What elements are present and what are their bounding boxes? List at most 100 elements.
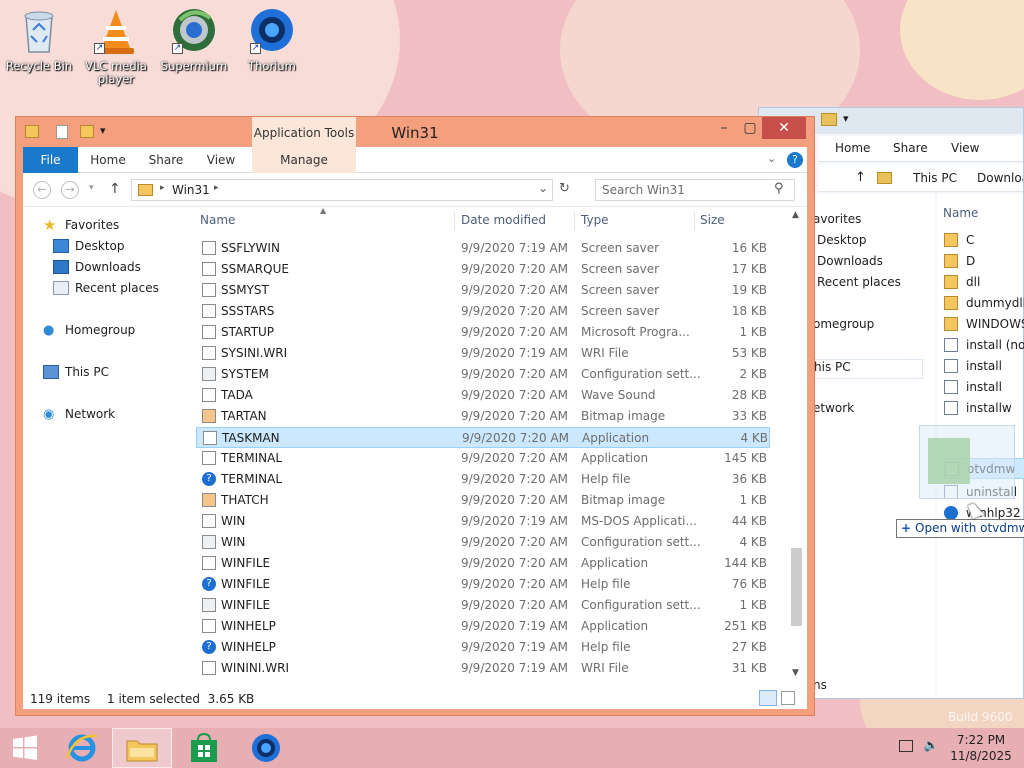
vertical-scrollbar[interactable]: ▲ ▼ — [788, 208, 805, 684]
desktop-icon-recycle-bin[interactable]: Recycle Bin — [0, 6, 78, 73]
table-row[interactable]: SSFLYWIN 9/9/2020 7:19 AM Screen saver 16 K… — [196, 238, 770, 259]
tab-manage[interactable]: Manage — [252, 147, 356, 173]
nav-network[interactable]: etwork — [813, 401, 854, 415]
file-date: 9/9/2020 7:20 AM — [461, 577, 569, 591]
column-header-type[interactable]: Type — [581, 208, 609, 232]
scroll-up-icon[interactable]: ▲ — [792, 210, 799, 220]
quick-access-dropdown-icon[interactable]: ▾ — [843, 112, 849, 125]
address-bar[interactable]: ↑ This PC Downloa — [819, 164, 1023, 192]
list-item[interactable]: D — [944, 251, 1024, 272]
table-row[interactable]: SSMARQUE 9/9/2020 7:20 AM Screen saver 17 K… — [196, 259, 770, 280]
file-name: TERMINAL — [221, 472, 283, 486]
list-item[interactable]: install (no c — [944, 335, 1024, 356]
tab-home[interactable]: Home — [85, 147, 131, 173]
nav-this-pc[interactable]: his PC — [813, 359, 923, 379]
table-row[interactable]: ? WINFILE 9/9/2020 7:20 AM Help file 76 KB — [196, 574, 770, 595]
table-row[interactable]: SSSTARS 9/9/2020 7:20 AM Screen saver 18 KB — [196, 301, 770, 322]
search-input[interactable]: Search Win31 ⚲ — [595, 179, 795, 201]
file-size: 1 KB — [739, 598, 767, 612]
refresh-button[interactable]: ↻ — [559, 181, 570, 196]
close-button[interactable]: ✕ — [762, 117, 806, 139]
help-icon[interactable]: ? — [787, 152, 803, 168]
breadcrumb-this-pc[interactable]: This PC — [913, 171, 957, 185]
taskbar-clock[interactable]: 7:22 PM 11/8/2025 — [946, 732, 1016, 766]
table-row[interactable]: TADA 9/9/2020 7:20 AM Wave Sound 28 KB — [196, 385, 770, 406]
desktop-icon-vlc[interactable]: ↗ VLC media player — [77, 6, 155, 86]
table-row[interactable]: WINHELP 9/9/2020 7:19 AM Application 251 KB — [196, 616, 770, 637]
scrollbar-thumb[interactable] — [791, 548, 802, 626]
window-titlebar[interactable]: ▾ Application Tools Win31 – ▢ ✕ — [16, 117, 814, 147]
details-view-icon[interactable] — [759, 690, 777, 706]
table-row[interactable]: TERMINAL 9/9/2020 7:20 AM Application 145 K… — [196, 448, 770, 469]
tab-file[interactable]: File — [23, 147, 78, 173]
table-row[interactable]: SYSINI.WRI 9/9/2020 7:19 AM WRI File 53 KB — [196, 343, 770, 364]
table-row[interactable]: WIN 9/9/2020 7:20 AM Configuration sett...… — [196, 532, 770, 553]
table-row[interactable]: STARTUP 9/9/2020 7:20 AM Microsoft Progra.… — [196, 322, 770, 343]
column-divider[interactable] — [574, 212, 575, 230]
list-item[interactable]: C — [944, 230, 1024, 251]
tray-volume-muted-icon[interactable]: 🔈 — [920, 738, 942, 758]
forward-button[interactable]: → — [61, 181, 79, 199]
table-row[interactable]: TARTAN 9/9/2020 7:20 AM Bitmap image 33 KB — [196, 406, 770, 427]
file-name: SSMYST — [221, 283, 269, 297]
tab-view[interactable]: View — [951, 141, 979, 155]
table-row[interactable]: WINFILE 9/9/2020 7:20 AM Configuration set… — [196, 595, 770, 616]
table-row[interactable]: ? WINHELP 9/9/2020 7:19 AM Help file 27 KB — [196, 637, 770, 658]
expand-ribbon-icon[interactable]: ⌄ — [767, 152, 776, 165]
start-button[interactable] — [0, 728, 50, 768]
column-header-name[interactable]: Name — [200, 208, 235, 232]
recent-locations-icon[interactable]: ▾ — [89, 183, 94, 193]
maximize-button[interactable]: ▢ — [736, 117, 764, 139]
nav-homegroup[interactable]: omegroup — [813, 317, 874, 331]
scroll-down-icon[interactable]: ▼ — [792, 668, 799, 678]
tab-share[interactable]: Share — [141, 147, 191, 173]
tab-view[interactable]: View — [199, 147, 243, 173]
table-row[interactable]: SYSTEM 9/9/2020 7:20 AM Configuration sett… — [196, 364, 770, 385]
tab-share[interactable]: Share — [893, 141, 928, 155]
nav-downloads[interactable]: Downloads — [817, 254, 883, 268]
column-divider[interactable] — [454, 212, 455, 230]
address-bar[interactable]: ▸ Win31 ▸ ⌄ — [131, 179, 553, 201]
column-header-size[interactable]: Size — [700, 208, 725, 232]
table-row[interactable]: WINFILE 9/9/2020 7:20 AM Application 144 KB — [196, 553, 770, 574]
ribbon-tabs: Home Share View — [819, 136, 1023, 162]
explorer-window-win31[interactable]: ▾ Application Tools Win31 – ▢ ✕ File Hom… — [15, 116, 815, 716]
back-button[interactable]: ← — [33, 181, 51, 199]
list-item[interactable]: install — [944, 377, 1024, 398]
address-dropdown-icon[interactable]: ⌄ — [538, 181, 548, 195]
nav-desktop[interactable]: Desktop — [817, 233, 867, 247]
windows-logo-icon — [13, 735, 37, 760]
list-item[interactable]: dummydll — [944, 293, 1024, 314]
table-row[interactable]: WIN 9/9/2020 7:19 AM MS-DOS Applicati... 44… — [196, 511, 770, 532]
list-item[interactable]: install — [944, 356, 1024, 377]
large-icons-view-icon[interactable] — [781, 691, 795, 705]
up-arrow-icon[interactable]: ↑ — [855, 170, 866, 185]
table-row[interactable]: WININI.WRI 9/9/2020 7:19 AM WRI File 31 KB — [196, 658, 770, 679]
list-item[interactable]: installw — [944, 398, 1024, 419]
desktop-icon-supermium[interactable]: ↗ Supermium — [155, 6, 233, 73]
drag-tooltip: + Open with otvdmw — [896, 519, 1024, 538]
nav-recent-places[interactable]: Recent places — [817, 275, 901, 289]
tray-network-icon[interactable] — [896, 740, 916, 756]
search-icon[interactable]: ⚲ — [774, 181, 784, 196]
list-item[interactable]: WINDOWS — [944, 314, 1024, 335]
column-header-name[interactable]: Name — [943, 206, 978, 220]
column-divider[interactable] — [694, 212, 695, 230]
nav-favorites[interactable]: avorites — [813, 212, 861, 226]
table-row[interactable]: SSMYST 9/9/2020 7:20 AM Screen saver 19 KB — [196, 280, 770, 301]
column-header-date[interactable]: Date modified — [461, 208, 546, 232]
taskbar-file-explorer[interactable] — [112, 728, 172, 768]
minimize-button[interactable]: – — [710, 117, 738, 139]
taskbar-store[interactable] — [174, 728, 234, 768]
taskbar-internet-explorer[interactable] — [52, 728, 112, 768]
table-row[interactable]: TASKMAN 9/9/2020 7:20 AM Application 4 KB — [196, 427, 770, 448]
tab-home[interactable]: Home — [835, 141, 870, 155]
taskbar-thorium[interactable] — [236, 728, 296, 768]
desktop-icon-thorium[interactable]: ↗ Thorium — [233, 6, 311, 73]
breadcrumb-win31[interactable]: Win31 — [172, 183, 210, 197]
table-row[interactable]: THATCH 9/9/2020 7:20 AM Bitmap image 1 KB — [196, 490, 770, 511]
breadcrumb-downloads[interactable]: Downloa — [977, 171, 1023, 185]
list-item[interactable]: dll — [944, 272, 1024, 293]
up-arrow-icon[interactable]: ↑ — [109, 181, 121, 197]
table-row[interactable]: ? TERMINAL 9/9/2020 7:20 AM Help file 36 KB — [196, 469, 770, 490]
